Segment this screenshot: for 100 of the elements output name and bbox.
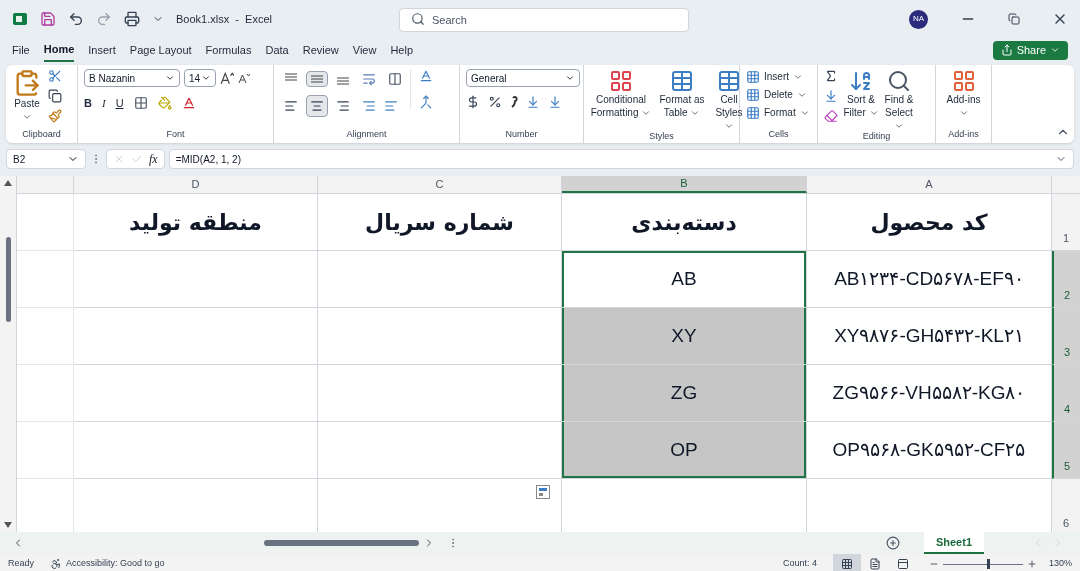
- menu-tab[interactable]: View: [352, 38, 377, 62]
- row-header[interactable]: 3: [1052, 308, 1080, 365]
- search-icon: [411, 12, 425, 26]
- group-label: Font: [165, 130, 186, 141]
- row-header[interactable]: 2: [1052, 251, 1080, 308]
- table-cell: [17, 194, 74, 251]
- zoom-slider[interactable]: [942, 559, 1023, 569]
- table-icon: [670, 69, 694, 93]
- search-field[interactable]: Search: [399, 8, 689, 32]
- ribbon-button[interactable]: Cell Styles: [712, 69, 746, 132]
- menu-tab[interactable]: Formulas: [205, 38, 252, 62]
- menu-tab[interactable]: Data: [265, 38, 289, 62]
- caret-icon: [165, 73, 175, 83]
- name-box[interactable]: B2: [6, 149, 86, 169]
- cells-button[interactable]: Insert: [746, 69, 810, 84]
- grid-icon: [746, 87, 760, 102]
- page-break-view-icon: [896, 558, 909, 570]
- horizontal-scrollbar-thumb[interactable]: [264, 540, 419, 546]
- align-icon: [336, 77, 350, 85]
- eraser-icon[interactable]: [824, 109, 838, 123]
- menu-tab[interactable]: Insert: [88, 38, 116, 62]
- percent-icon[interactable]: [488, 95, 502, 109]
- sum-icon[interactable]: [824, 69, 838, 83]
- undo-icon[interactable]: [68, 11, 84, 27]
- zoom-in-icon[interactable]: [1026, 559, 1037, 569]
- borders-icon[interactable]: [133, 96, 148, 111]
- table-cell: منطقه تولید: [74, 194, 318, 251]
- vertical-scrollbar[interactable]: [0, 176, 17, 532]
- merge-icon[interactable]: [419, 95, 433, 109]
- table-cell: [17, 251, 74, 308]
- menu-tab[interactable]: Review: [302, 38, 339, 62]
- row-header[interactable]: 1: [1052, 194, 1080, 251]
- group-label: Number: [504, 130, 539, 141]
- table-cell: OP: [562, 422, 807, 479]
- menu-tab[interactable]: Page Layout: [129, 38, 192, 62]
- align-icon: [336, 99, 350, 113]
- add-ins-icon: [951, 69, 976, 93]
- comma-style-icon[interactable]: [510, 96, 518, 108]
- quick-analysis-icon[interactable]: [536, 485, 550, 499]
- row-header[interactable]: 6: [1052, 479, 1080, 532]
- group-label: Cells: [767, 130, 790, 141]
- row-header[interactable]: 5: [1052, 422, 1080, 479]
- row-header[interactable]: 4: [1052, 365, 1080, 422]
- printer-icon[interactable]: [124, 11, 140, 27]
- accessibility-status[interactable]: Accessibility: Good to go: [66, 557, 165, 571]
- grow-font-icon[interactable]: [220, 71, 234, 85]
- share-button[interactable]: Share: [992, 40, 1068, 60]
- page-layout-view-icon: [868, 558, 881, 570]
- italic-button[interactable]: I: [101, 95, 106, 112]
- underline-button[interactable]: U: [115, 95, 124, 112]
- scroll-up-icon[interactable]: [4, 180, 12, 186]
- align-button[interactable]: [306, 95, 328, 117]
- indent-icon[interactable]: [362, 99, 376, 113]
- ribbon-button[interactable]: Paste: [12, 69, 42, 123]
- table-cell: XY: [562, 308, 807, 365]
- menu-tab[interactable]: Home: [43, 38, 75, 62]
- scroll-down-icon[interactable]: [4, 522, 12, 528]
- sheet-tab[interactable]: Sheet1: [923, 532, 984, 554]
- cells-button[interactable]: Delete: [746, 87, 810, 102]
- restore-icon[interactable]: [1008, 13, 1020, 25]
- column-header[interactable]: D: [74, 176, 318, 193]
- count-text: Count: 4: [782, 557, 817, 571]
- align-icon: [310, 99, 324, 113]
- save-icon[interactable]: [40, 11, 56, 27]
- caret-icon: [1050, 45, 1060, 55]
- menu-tab[interactable]: Help: [390, 38, 414, 62]
- ribbon-button[interactable]: Add-ins: [942, 69, 985, 119]
- insert-function-button[interactable]: fx: [149, 150, 158, 168]
- fill-color-icon[interactable]: [157, 96, 172, 111]
- align-icon: [284, 99, 298, 113]
- font-size-field[interactable]: 14: [184, 69, 216, 87]
- ribbon-button[interactable]: Conditional Formatting: [590, 69, 652, 132]
- menu-tab[interactable]: File: [12, 38, 30, 62]
- currency-icon[interactable]: [466, 95, 480, 109]
- shrink-font-icon[interactable]: [238, 72, 250, 84]
- number-format-field[interactable]: General: [466, 69, 580, 87]
- table-cell: [17, 365, 74, 422]
- zoom-level[interactable]: 130%: [1048, 557, 1072, 571]
- column-header[interactable]: B: [562, 176, 807, 193]
- scissors-icon[interactable]: [48, 69, 62, 83]
- align-icon: [284, 73, 298, 81]
- ribbon-button[interactable]: Format as Table: [656, 69, 708, 132]
- cells-button[interactable]: Format: [746, 105, 810, 120]
- formula-field[interactable]: =MID(A2, 1, 2): [168, 149, 1074, 169]
- ribbon-button[interactable]: Sort & Filter: [842, 69, 880, 119]
- new-sheet-icon[interactable]: [885, 536, 900, 550]
- paintbrush-icon[interactable]: [48, 109, 62, 123]
- font-name-field[interactable]: B Nazanin: [84, 69, 180, 87]
- outdent-icon[interactable]: [384, 99, 398, 113]
- font-color-icon[interactable]: [181, 96, 196, 111]
- group-label: Add-ins: [947, 130, 980, 141]
- view-button[interactable]: [832, 554, 861, 571]
- ribbon-button[interactable]: Find & Select: [880, 69, 918, 132]
- grid-icon: [746, 105, 760, 120]
- grid-icon: [746, 69, 760, 84]
- normal-view-icon: [840, 558, 853, 570]
- bold-button[interactable]: B: [84, 95, 92, 112]
- avatar[interactable]: NA: [909, 9, 928, 29]
- align-button[interactable]: [306, 71, 328, 87]
- copy-icon[interactable]: [48, 89, 62, 103]
